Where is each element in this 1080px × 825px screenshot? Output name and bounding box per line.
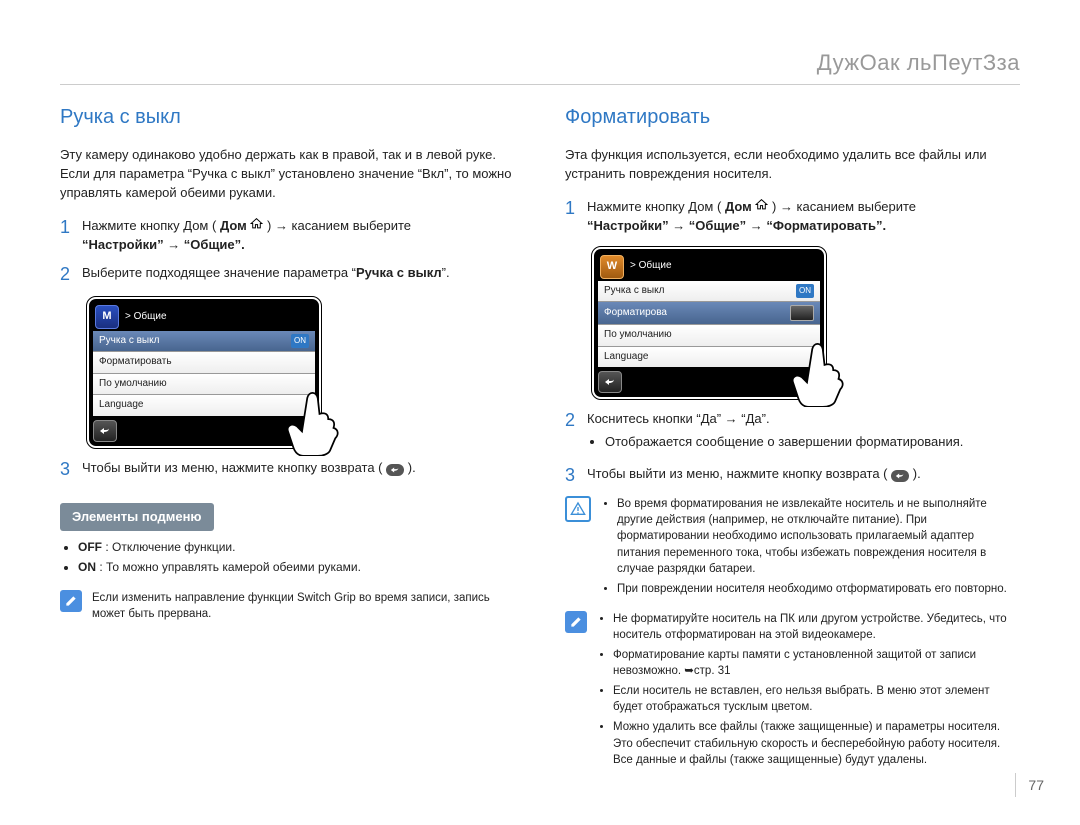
on-badge: ON xyxy=(796,284,814,298)
step-2-right: 2 Коснитесь кнопки “Да” → “Да”. Отобража… xyxy=(565,410,1020,455)
step-number: 2 xyxy=(565,410,587,455)
step1-text-b: ) → касанием выберите xyxy=(267,218,411,233)
step-1-left: 1 Нажмите кнопку Дом ( Дом ) → касанием … xyxy=(60,217,515,255)
step-3-left: 3 Чтобы выйти из меню, нажмите кнопку во… xyxy=(60,459,515,481)
step3-text-b: ). xyxy=(408,460,416,475)
thumbnail-icon xyxy=(790,305,814,321)
return-button-icon xyxy=(93,420,117,442)
lcd-row-selected: Ручка с выкл ON xyxy=(93,331,315,353)
step2-bullet: Отображается сообщение о завершении форм… xyxy=(605,433,1020,452)
intro-left: Эту камеру одинаково удобно держать как … xyxy=(60,146,515,203)
lcd-row: Ручка с выкл ON xyxy=(598,281,820,303)
lcd-screenshot-right: W > Общие Ручка с выкл ON Форматирова По… xyxy=(591,246,827,401)
step1-text-b: ) → касанием выберите xyxy=(772,199,916,214)
return-button-icon xyxy=(598,371,622,393)
step-2-left: 2 Выберите подходящее значение параметра… xyxy=(60,264,515,286)
note-text: Если изменить направление функции Switch… xyxy=(92,590,515,622)
step-number: 3 xyxy=(60,459,82,481)
step2-text: Выберите подходящее значение параметра “… xyxy=(82,264,515,286)
page-number: 77 xyxy=(1015,773,1044,797)
note-icon xyxy=(565,611,587,633)
step3-text-a: Чтобы выйти из меню, нажмите кнопку возв… xyxy=(82,460,383,475)
note-item: Форматирование карты памяти с установлен… xyxy=(613,647,1020,679)
lcd-row: Форматировать xyxy=(93,352,315,374)
note-icon xyxy=(60,590,82,612)
section-title-right: Форматировать xyxy=(565,103,1020,132)
return-icon xyxy=(891,470,909,482)
lcd-breadcrumb: > Общие xyxy=(630,259,672,274)
note-item: Если носитель не вставлен, его нельзя вы… xyxy=(613,683,1020,715)
home-icon xyxy=(250,217,263,236)
mode-icon: M xyxy=(95,305,119,329)
lcd-breadcrumb: > Общие xyxy=(125,310,167,325)
note-box-left: Если изменить направление функции Switch… xyxy=(60,590,515,622)
warning-icon xyxy=(565,496,591,522)
on-badge: ON xyxy=(291,334,309,348)
submenu-list: OFF : Отключение функции. ON : То можно … xyxy=(78,539,515,576)
warning-item: Во время форматирования не извлекайте но… xyxy=(617,496,1020,576)
warning-item: При повреждении носителя необходимо отфо… xyxy=(617,581,1020,597)
step3-text-a: Чтобы выйти из меню, нажмите кнопку возв… xyxy=(587,466,888,481)
step-number: 3 xyxy=(565,465,587,487)
step1-path: “Настройки” → “Общие” → “Форматировать”. xyxy=(587,218,886,233)
section-title-left: Ручка с выкл xyxy=(60,103,515,132)
step3-text-b: ). xyxy=(913,466,921,481)
step-number: 2 xyxy=(60,264,82,286)
home-icon xyxy=(755,198,768,217)
intro-right: Эта функция используется, если необходим… xyxy=(565,146,1020,184)
step-number: 1 xyxy=(565,198,587,236)
step-1-right: 1 Нажмите кнопку Дом ( Дом ) → касанием … xyxy=(565,198,1020,236)
step-number: 1 xyxy=(60,217,82,255)
column-left: Ручка с выкл Эту камеру одинаково удобно… xyxy=(60,103,515,782)
lcd-screenshot-left: M > Общие Ручка с выкл ON Форматировать … xyxy=(86,296,322,449)
note-box-right: Не форматируйте носитель на ПК или друго… xyxy=(565,611,1020,772)
note-item: Можно удалить все файлы (также защищенны… xyxy=(613,719,1020,767)
touch-hand-icon xyxy=(786,335,856,407)
touch-hand-icon xyxy=(281,384,351,456)
chapter-title: ДужОак льПеутЗза xyxy=(60,50,1020,85)
return-icon xyxy=(386,464,404,476)
step-3-right: 3 Чтобы выйти из меню, нажмите кнопку во… xyxy=(565,465,1020,487)
step2-text: Коснитесь кнопки “Да” → “Да”. xyxy=(587,411,770,426)
column-right: Форматировать Эта функция используется, … xyxy=(565,103,1020,782)
note-item: Не форматируйте носитель на ПК или друго… xyxy=(613,611,1020,643)
step1-text-a: Нажмите кнопку Дом ( xyxy=(587,199,721,214)
step1-path: “Настройки” → “Общие”. xyxy=(82,237,245,252)
submenu-header: Элементы подменю xyxy=(60,503,214,532)
lcd-row-selected: Форматирова xyxy=(598,302,820,325)
mode-icon: W xyxy=(600,255,624,279)
step1-text-a: Нажмите кнопку Дом ( xyxy=(82,218,216,233)
warning-box: Во время форматирования не извлекайте но… xyxy=(565,496,1020,601)
